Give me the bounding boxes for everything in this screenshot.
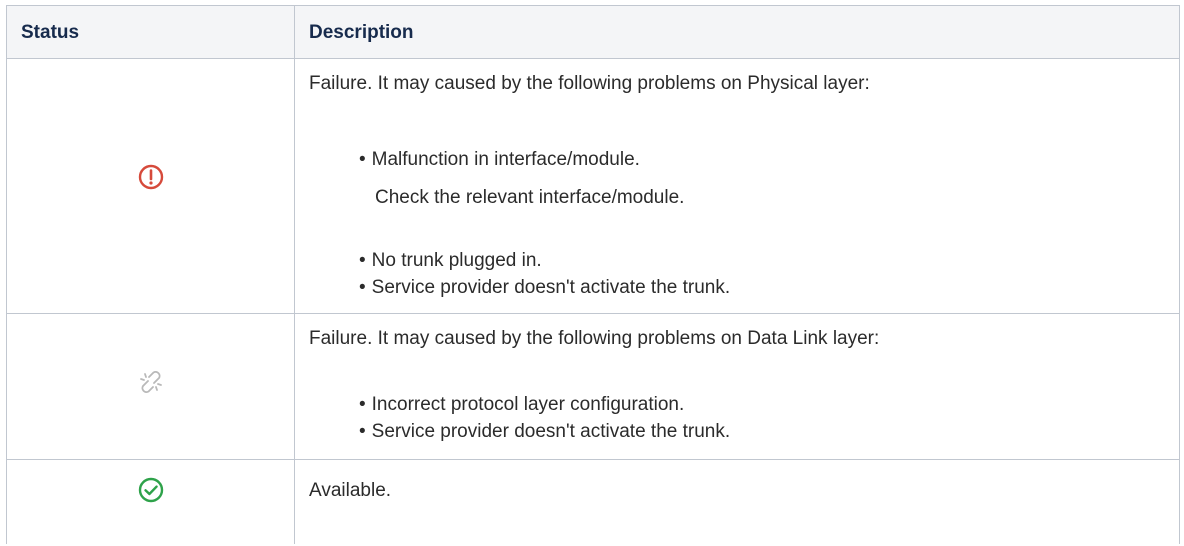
description-cell: Available. (295, 460, 1179, 544)
bullet-dot: • (359, 421, 366, 442)
description-cell: Failure. It may caused by the following … (295, 59, 1179, 313)
bullet-dot: • (359, 149, 366, 170)
bullet-dot: • (359, 250, 366, 271)
description-cell: Failure. It may caused by the following … (295, 314, 1179, 459)
status-cell (7, 59, 295, 313)
list-item: • Incorrect protocol layer configuration. (359, 394, 684, 416)
list-item: • Service provider doesn't activate the t… (359, 421, 730, 443)
header-description-label: Description (309, 22, 414, 43)
header-status-label: Status (21, 22, 80, 43)
list-item-text: Incorrect protocol layer configuration. (371, 394, 685, 415)
status-table: Status Description Failure. It may cause… (6, 5, 1180, 544)
bullet-dot: • (359, 277, 366, 298)
list-item: • No trunk plugged in. (359, 250, 542, 272)
table-header-row: Status Description (7, 5, 1179, 59)
sub-note: Check the relevant interface/module. (375, 187, 685, 208)
table-row: Failure. It may caused by the following … (7, 314, 1179, 460)
table-row: Available. (7, 460, 1179, 544)
list-item-text: No trunk plugged in. (371, 250, 542, 271)
list-item: • Malfunction in interface/module. (359, 149, 640, 171)
header-cell-status: Status (7, 6, 295, 58)
description-intro: Failure. It may caused by the following … (309, 73, 870, 94)
list-item: • Service provider doesn't activate the t… (359, 277, 730, 299)
description-intro: Available. (309, 480, 392, 501)
header-cell-description: Description (295, 6, 1179, 58)
status-cell (7, 460, 295, 544)
broken-link-icon (137, 368, 165, 396)
bullet-dot: • (359, 394, 366, 415)
alert-circle-icon (138, 164, 164, 190)
check-circle-icon (138, 477, 164, 503)
description-intro: Failure. It may caused by the following … (309, 328, 880, 349)
list-item-text: Service provider doesn't activate the tr… (371, 277, 731, 298)
table-row: Failure. It may caused by the following … (7, 59, 1179, 314)
status-cell (7, 314, 295, 459)
list-item-text: Service provider doesn't activate the tr… (371, 421, 731, 442)
list-item-text: Malfunction in interface/module. (371, 149, 640, 170)
